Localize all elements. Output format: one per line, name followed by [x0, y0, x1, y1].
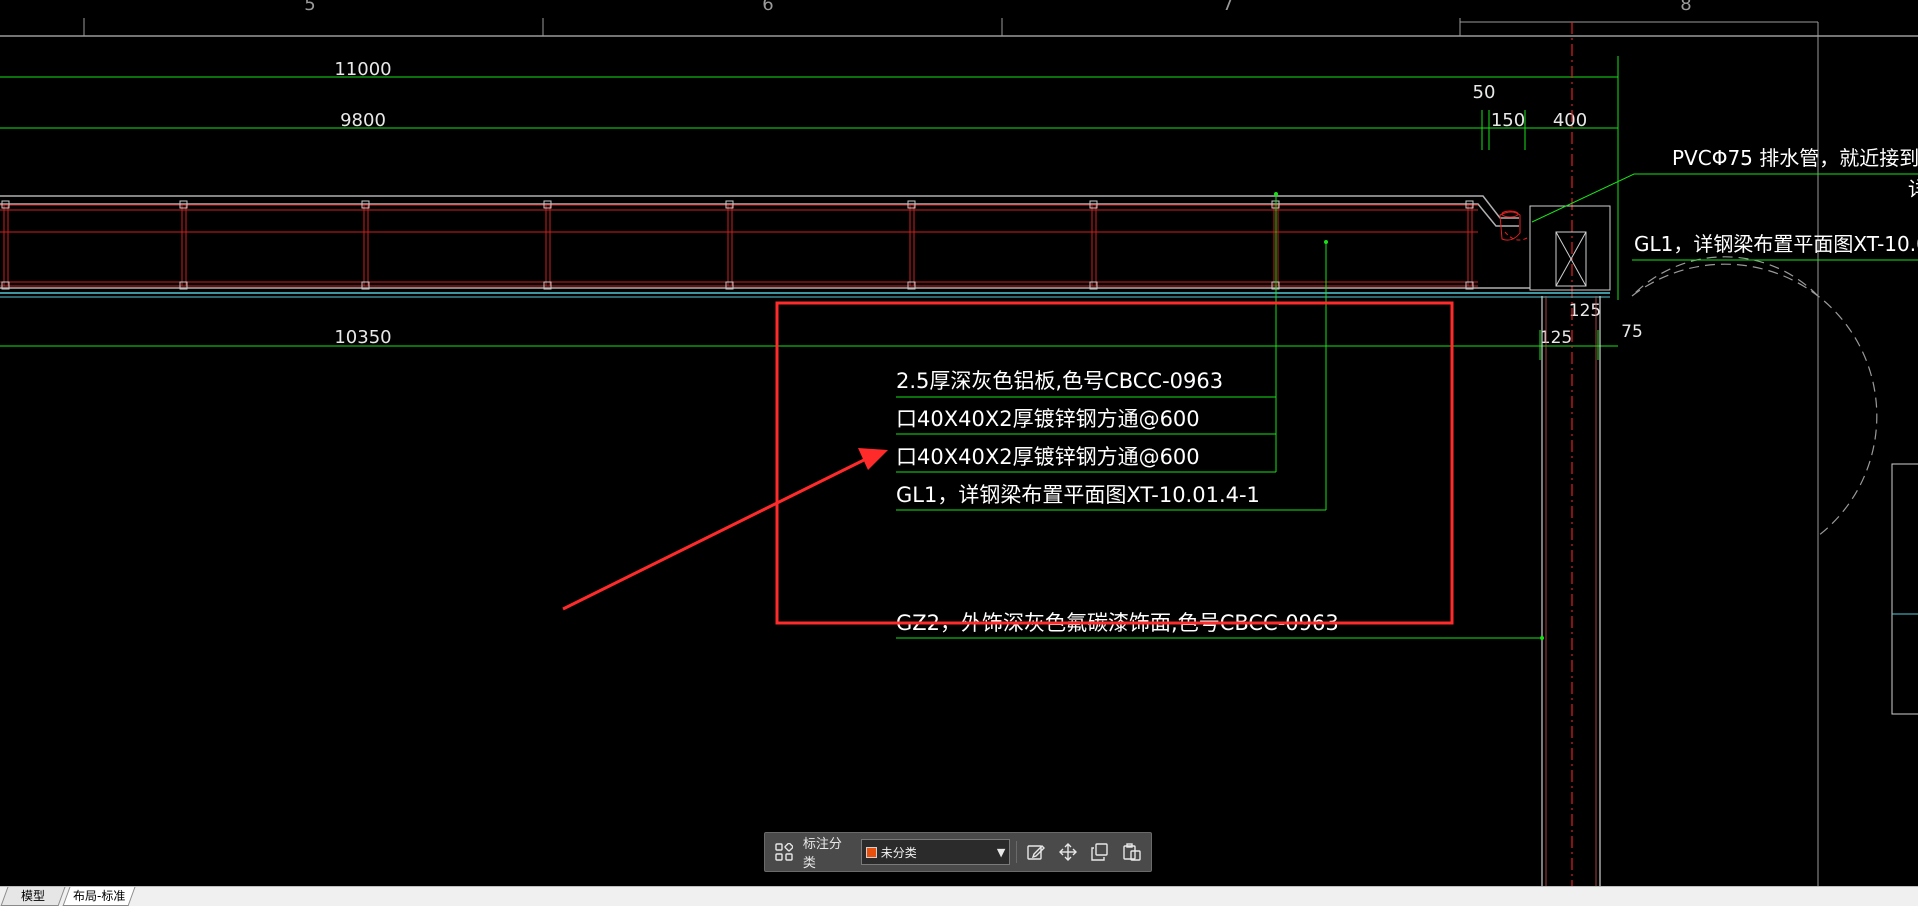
callout-steel-tube-2: 口40X40X2厚镀锌钢方通@600 — [896, 445, 1200, 469]
gl1-right-note: GL1，详钢梁布置平面图XT-10.01. — [1634, 232, 1918, 256]
canopy-nodes — [1, 200, 1474, 290]
canopy-steel-frame — [0, 204, 1528, 287]
highlight-arrow — [562, 448, 888, 611]
grid-axis-label: 8 — [1680, 0, 1691, 15]
dimension-lines — [0, 56, 1619, 360]
column-section — [1529, 205, 1611, 291]
grid-axis-ticks — [83, 18, 1461, 36]
toolbar-separator — [1016, 841, 1018, 863]
callout-dots — [1274, 192, 1544, 640]
callout-gl1-beam: GL1，详钢梁布置平面图XT-10.01.4-1 — [896, 483, 1260, 507]
tab-model-label: 模型 — [20, 889, 45, 903]
move-icon[interactable] — [1055, 839, 1081, 865]
column-inner-lines — [1545, 296, 1597, 886]
grid-axis-label: 5 — [304, 0, 315, 15]
grid-axis-label: 6 — [762, 0, 773, 15]
category-select[interactable]: 未分类 ▼ — [860, 839, 1011, 865]
grid-icon[interactable] — [771, 839, 797, 865]
right-edge-panel — [1891, 463, 1918, 715]
cad-drawing-canvas[interactable]: 5 6 7 8 11000 9800 50 150 400 10350 125 … — [0, 0, 1918, 886]
drainage-note-line2: 详 — [1908, 177, 1918, 201]
category-color-swatch — [865, 846, 877, 858]
dimension-overall: 11000 — [334, 59, 391, 80]
callout-steel-tube-1: 口40X40X2厚镀锌钢方通@600 — [896, 407, 1200, 431]
chevron-down-icon: ▼ — [996, 845, 1006, 859]
drainage-note-line1: PVCΦ75 排水管，就近接到排水 — [1672, 146, 1918, 170]
category-selected-value: 未分类 — [880, 845, 917, 860]
paste-icon[interactable] — [1119, 839, 1145, 865]
annotation-toolbar: 标注分类 未分类 ▼ — [764, 832, 1152, 872]
callout-aluminum-panel: 2.5厚深灰色铝板,色号CBCC-0963 — [896, 369, 1223, 393]
category-label: 标注分类 — [802, 837, 842, 871]
column-lines — [1541, 296, 1601, 886]
dimension-right-mid: 150 — [1491, 110, 1525, 131]
tab-layout-standard[interactable]: 布局-标准 — [62, 887, 136, 906]
door-swing-arc — [1631, 263, 1878, 537]
edit-icon[interactable] — [1023, 839, 1049, 865]
dimension-vertical-75: 75 — [1621, 322, 1643, 342]
dimension-right-small: 50 — [1473, 82, 1496, 103]
grid-axis-label: 7 — [1222, 0, 1233, 15]
copy-icon[interactable] — [1087, 839, 1113, 865]
tab-model[interactable]: 模型 — [0, 887, 66, 906]
tab-layout-label: 布局-标准 — [72, 889, 126, 903]
dimension-lower: 10350 — [334, 327, 391, 348]
dimension-vertical-125b: 125 — [1540, 328, 1572, 348]
dimension-right-large: 400 — [1553, 110, 1587, 131]
dimension-inner: 9800 — [340, 110, 386, 131]
layout-tab-strip: 模型 布局-标准 — [0, 886, 1918, 906]
